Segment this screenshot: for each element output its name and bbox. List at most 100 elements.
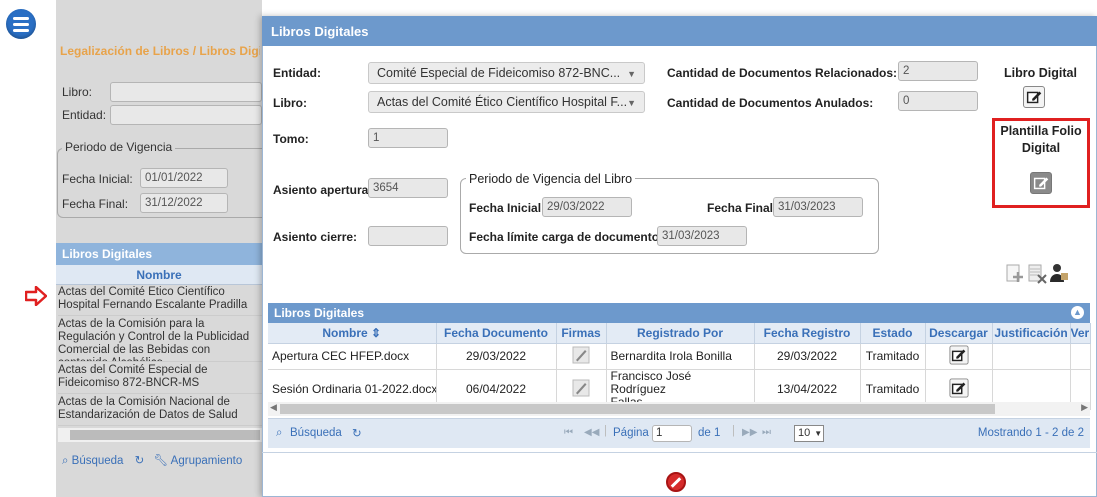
libro-select-value: Actas del Comité Ético Científico Hospit… xyxy=(377,95,628,109)
left-group-link[interactable]: Agrupamiento xyxy=(171,455,243,467)
pager-sep: | xyxy=(604,425,607,437)
user-icon[interactable] xyxy=(1048,262,1070,284)
asiento-apertura-label: Asiento apertura: xyxy=(273,183,373,197)
pager-search-link[interactable]: Búsqueda xyxy=(290,427,342,439)
last-page-icon[interactable]: ⏭ xyxy=(762,427,771,438)
libro-label: Libro: xyxy=(273,96,307,110)
left-grid-footer: ⌕ Búsqueda ↻ 🔧︎ Agrupamiento xyxy=(56,448,262,470)
cell-registrado-por: Bernardita Irola Bonilla xyxy=(606,343,755,370)
tomo-input[interactable]: 1 xyxy=(368,128,448,148)
left-search-link[interactable]: Búsqueda xyxy=(72,455,124,467)
asiento-cierre-label: Asiento cierre: xyxy=(273,230,358,244)
wrench-icon[interactable]: 🔧︎ xyxy=(154,455,169,467)
cell-ver xyxy=(1070,343,1091,370)
col-fecha-documento[interactable]: Fecha Documento xyxy=(436,323,557,344)
close-icon[interactable] xyxy=(666,472,686,492)
entidad-select-value: Comité Especial de Fideicomiso 872-BNC..… xyxy=(377,66,621,80)
prev-page-icon[interactable]: ◀◀ xyxy=(584,427,599,438)
cell-fecha-registro: 29/03/2022 xyxy=(754,343,861,370)
cant-anulados-input[interactable]: 0 xyxy=(898,91,978,111)
search-icon[interactable]: ⌕ xyxy=(276,427,282,440)
fecha-final-input[interactable]: 31/03/2023 xyxy=(773,197,863,217)
libro-input[interactable] xyxy=(110,82,262,102)
first-page-icon[interactable]: ⏮ xyxy=(564,427,573,438)
next-page-icon[interactable]: ▶▶ xyxy=(742,427,757,438)
showing-count: Mostrando 1 - 2 de 2 xyxy=(977,427,1084,439)
pager-sep: | xyxy=(732,425,735,437)
collapse-icon[interactable]: ▲ xyxy=(1071,306,1084,319)
divider xyxy=(262,452,1097,453)
fecha-limite-label: Fecha límite carga de documentos: xyxy=(469,230,670,244)
edit-template-icon[interactable] xyxy=(1030,172,1052,194)
left-fecha-inicial-label: Fecha Inicial: xyxy=(62,172,133,186)
libro-digital-label: Libro Digital xyxy=(1004,66,1077,80)
asiento-cierre-input[interactable] xyxy=(368,226,448,246)
cell-nombre: Apertura CEC HFEP.docx xyxy=(268,343,437,370)
dialog-title: Libros Digitales xyxy=(262,16,1097,46)
menu-icon[interactable] xyxy=(6,9,36,39)
col-estado[interactable]: Estado xyxy=(860,323,926,344)
entidad-label: Entidad: xyxy=(273,66,321,80)
signature-icon[interactable] xyxy=(572,379,590,397)
fecha-final-label: Fecha Final: xyxy=(707,201,778,215)
entidad-select[interactable]: Comité Especial de Fideicomiso 872-BNC..… xyxy=(368,62,645,84)
page-size-select[interactable]: 10 ▼ xyxy=(794,425,824,442)
left-grid-col-nombre[interactable]: Nombre xyxy=(56,265,262,285)
cant-relacionados-input[interactable]: 2 xyxy=(898,61,978,81)
fecha-limite-input[interactable]: 31/03/2023 xyxy=(657,226,747,246)
search-icon[interactable]: ⌕ xyxy=(62,455,68,467)
col-registrado-por[interactable]: Registrado Por xyxy=(606,323,755,344)
left-list-item[interactable]: Actas de la Comisión para la Regulación … xyxy=(58,318,262,362)
left-fecha-final-label: Fecha Final: xyxy=(62,197,129,211)
grid-title-text: Libros Digitales xyxy=(274,306,365,320)
col-descargar[interactable]: Descargar xyxy=(925,323,993,344)
cell-fecha-documento: 29/03/2022 xyxy=(436,343,557,370)
signature-icon[interactable] xyxy=(572,346,590,364)
libro-label: Libro: xyxy=(62,85,93,99)
page-of-label: de 1 xyxy=(698,427,721,439)
plantilla-folio-label-2: Digital xyxy=(1021,141,1061,155)
edit-icon[interactable] xyxy=(1023,86,1045,108)
col-firmas[interactable]: Firmas xyxy=(556,323,607,344)
page-input[interactable]: 1 xyxy=(652,425,692,442)
breadcrumb: Legalización de Libros / Libros Digitale… xyxy=(60,44,260,58)
libro-select[interactable]: Actas del Comité Ético Científico Hospit… xyxy=(368,91,645,113)
grid-hscroll[interactable]: ◀ ▶ xyxy=(268,402,1090,416)
asiento-apertura-input[interactable]: 3654 xyxy=(368,178,448,198)
table-row[interactable]: Apertura CEC HFEP.docx 29/03/2022 Bernar… xyxy=(268,343,1091,370)
chevron-down-icon: ▼ xyxy=(814,429,823,438)
delete-document-icon[interactable] xyxy=(1026,262,1048,284)
registrado-line-1: Francisco José Rodríguez xyxy=(610,369,692,396)
col-ver[interactable]: Ver C xyxy=(1070,323,1091,344)
left-list-item[interactable]: Actas de la Comisión Nacional de Estanda… xyxy=(58,396,262,426)
entidad-input[interactable] xyxy=(110,105,262,125)
left-fecha-inicial-input[interactable]: 01/01/2022 xyxy=(140,168,228,188)
left-list-item[interactable]: Actas del Comité Especial de Fideicomiso… xyxy=(58,364,262,394)
left-periodo-legend: Periodo de Vigencia xyxy=(62,140,176,154)
left-fecha-final-input[interactable]: 31/12/2022 xyxy=(140,193,228,213)
col-nombre[interactable]: Nombre ⇕ xyxy=(268,323,437,344)
col-fecha-registro[interactable]: Fecha Registro xyxy=(754,323,861,344)
arrow-right-icon xyxy=(25,286,47,306)
cant-relacionados-label: Cantidad de Documentos Relacionados: xyxy=(667,66,898,80)
left-hscroll[interactable] xyxy=(58,428,262,442)
download-icon[interactable] xyxy=(948,344,969,365)
cant-anulados-label: Cantidad de Documentos Anulados: xyxy=(667,96,874,110)
grid-pager: ⌕ Búsqueda ↻ ⏮ ◀◀ | Página 1 de 1 | ▶▶ ⏭… xyxy=(268,418,1090,448)
add-document-icon[interactable] xyxy=(1004,262,1026,284)
cell-descargar xyxy=(925,343,993,370)
col-justificacion[interactable]: Justificación xyxy=(992,323,1071,344)
download-icon[interactable] xyxy=(948,377,969,398)
periodo-vigencia-legend: Periodo de Vigencia del Libro xyxy=(466,172,636,186)
chevron-down-icon: ▼ xyxy=(627,69,636,79)
documents-grid: Nombre ⇕ Fecha Documento Firmas Registra… xyxy=(268,323,1091,410)
tomo-label: Tomo: xyxy=(273,132,309,146)
refresh-icon[interactable]: ↻ xyxy=(352,426,362,440)
page-label: Página xyxy=(613,427,649,439)
refresh-icon[interactable]: ↻ xyxy=(135,455,145,467)
page-size-value: 10 xyxy=(798,427,811,439)
cell-estado: Tramitado xyxy=(860,343,926,370)
left-list-item[interactable]: Actas del Comité Ético Científico Hospit… xyxy=(58,286,262,316)
fecha-inicial-input[interactable]: 29/03/2022 xyxy=(542,197,632,217)
chevron-down-icon: ▼ xyxy=(627,98,636,108)
